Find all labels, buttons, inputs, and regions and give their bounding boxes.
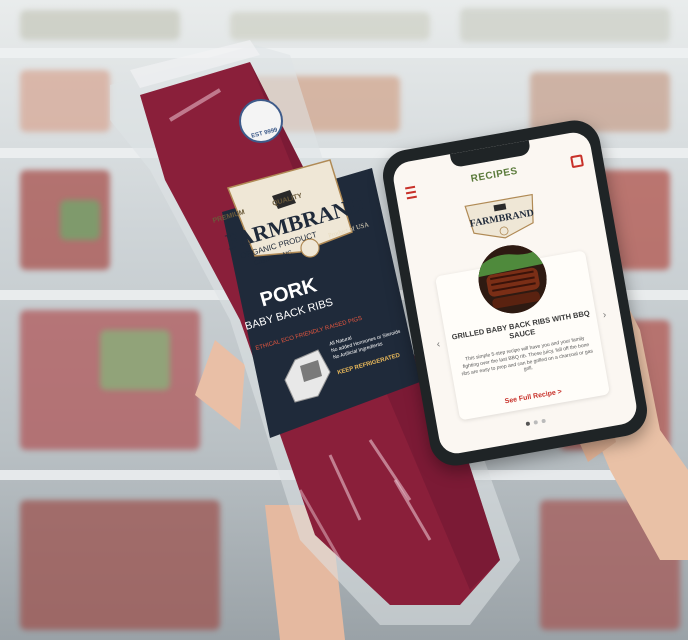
carousel-dot[interactable] xyxy=(533,420,539,425)
chevron-right-icon[interactable]: › xyxy=(602,310,607,321)
carousel-dot[interactable] xyxy=(541,418,546,424)
app-brand-logo: FARMBRAND xyxy=(464,193,535,239)
carousel-dots xyxy=(525,418,546,427)
carousel-dot-active[interactable] xyxy=(525,421,531,427)
photo-scene: PREMIUM QUALITY FARMBRAND ORGANIC PRODUC… xyxy=(0,0,688,640)
chevron-left-icon[interactable]: ‹ xyxy=(436,339,441,350)
